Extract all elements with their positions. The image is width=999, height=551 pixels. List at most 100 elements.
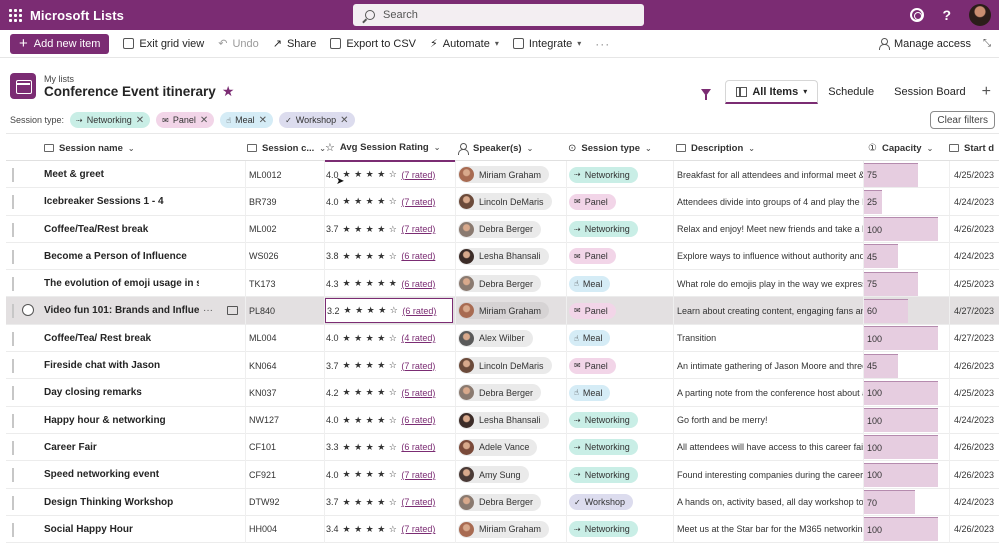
- speaker-pill[interactable]: Miriam Graham: [458, 302, 550, 320]
- rated-count-link[interactable]: (6 rated): [401, 251, 435, 261]
- table-row[interactable]: Become a Person of Influence WS026 3.8 ★ ★ …: [6, 242, 999, 271]
- rating-cell[interactable]: 4.0 ★ ★ ★ ★ ☆ (7 rated): [326, 161, 454, 188]
- filter-pill-networking[interactable]: ⇢ Networking ✕: [70, 112, 151, 128]
- start-date-cell[interactable]: 4/26/2023: [950, 434, 999, 461]
- filter-pill-meal[interactable]: ☝ Meal ✕: [220, 112, 274, 128]
- speaker-cell[interactable]: Miriam Graham: [458, 516, 564, 543]
- speaker-pill[interactable]: Adele Vance: [458, 438, 538, 456]
- comment-icon[interactable]: [227, 306, 238, 316]
- session-code-cell[interactable]: KN064: [249, 352, 321, 379]
- session-code-cell[interactable]: KN037: [249, 379, 321, 406]
- rating-stars[interactable]: ★ ★ ★ ★ ☆: [344, 305, 399, 316]
- settings-gear-icon[interactable]: [910, 8, 925, 22]
- session-code-cell[interactable]: DTW92: [249, 489, 321, 516]
- capacity-cell[interactable]: 100: [864, 379, 949, 406]
- row-drag-handle[interactable]: [12, 359, 14, 374]
- row-drag-handle[interactable]: [12, 249, 14, 264]
- rating-cell[interactable]: 3.7 ★ ★ ★ ★ ☆ (7 rated): [326, 216, 454, 243]
- list-title-text[interactable]: Conference Event itinerary: [44, 84, 216, 99]
- collapse-icon[interactable]: ⤡: [983, 38, 991, 49]
- session-type-cell[interactable]: ⇢ Networking: [569, 161, 669, 188]
- start-date-cell[interactable]: 4/25/2023: [950, 270, 999, 297]
- table-row[interactable]: Fireside chat with Jason KN064 3.7 ★ ★ ★ ★ …: [6, 352, 999, 380]
- rated-count-link[interactable]: (6 rated): [401, 415, 435, 425]
- capacity-cell[interactable]: 100: [864, 216, 949, 243]
- more-commands-button[interactable]: ···: [595, 37, 610, 51]
- session-type-cell[interactable]: ⇢ Networking: [569, 516, 669, 543]
- capacity-cell[interactable]: 100: [864, 434, 949, 461]
- rating-stars[interactable]: ★ ★ ★ ★ ☆: [343, 524, 398, 535]
- capacity-cell[interactable]: 75: [864, 270, 949, 297]
- filter-pill-workshop[interactable]: ✓ Workshop ✕: [279, 112, 355, 128]
- rating-stars[interactable]: ★ ★ ★ ★ ☆: [343, 169, 398, 180]
- close-icon[interactable]: ✕: [259, 115, 267, 126]
- start-date-cell[interactable]: 4/25/2023: [950, 379, 999, 406]
- session-code-cell[interactable]: CF101: [249, 434, 321, 461]
- rating-stars[interactable]: ★ ★ ★ ★ ☆: [343, 333, 398, 344]
- rating-stars[interactable]: ★ ★ ★ ★ ★: [343, 278, 398, 289]
- speaker-pill[interactable]: Miriam Graham: [458, 520, 550, 538]
- column-header-capacity[interactable]: ① Capacity ⌄: [868, 134, 933, 162]
- session-name-cell[interactable]: Design Thinking Workshop: [44, 489, 199, 516]
- column-header-speakers[interactable]: Speaker(s) ⌄: [458, 134, 533, 162]
- session-type-cell[interactable]: ☝ Meal: [569, 270, 669, 297]
- rated-count-link[interactable]: (7 rated): [401, 524, 435, 534]
- rated-count-link[interactable]: (7 rated): [401, 470, 435, 480]
- session-type-cell[interactable]: ✉ Panel: [569, 297, 669, 324]
- row-drag-handle[interactable]: [12, 413, 14, 428]
- row-drag-handle[interactable]: [12, 168, 14, 182]
- rating-cell[interactable]: 3.7 ★ ★ ★ ★ ☆ (7 rated): [326, 489, 454, 516]
- speaker-pill[interactable]: Debra Berger: [458, 493, 542, 511]
- filter-icon[interactable]: [701, 88, 712, 100]
- rating-stars[interactable]: ★ ★ ★ ★ ☆: [343, 360, 398, 371]
- row-select-radio[interactable]: [22, 304, 34, 317]
- session-code-cell[interactable]: CF921: [249, 461, 321, 488]
- speaker-cell[interactable]: Lincoln DeMaris: [458, 352, 564, 379]
- row-drag-handle[interactable]: [12, 468, 14, 483]
- row-drag-handle[interactable]: [12, 440, 14, 455]
- rating-cell[interactable]: 3.4 ★ ★ ★ ★ ☆ (7 rated): [326, 516, 454, 543]
- table-row[interactable]: Coffee/Tea/Rest break ML002 3.7 ★ ★ ★ ★ ☆ (7…: [6, 215, 999, 243]
- favorite-star-icon[interactable]: ★: [222, 83, 235, 100]
- table-row[interactable]: Day closing remarks KN037 4.2 ★ ★ ★ ★ ☆ (5 r…: [6, 379, 999, 407]
- session-code-cell[interactable]: TK173: [249, 270, 321, 297]
- row-drag-handle[interactable]: [12, 522, 14, 537]
- help-icon[interactable]: ?: [942, 7, 951, 23]
- row-drag-handle[interactable]: [12, 331, 14, 346]
- session-name-cell[interactable]: Happy hour & networking: [44, 407, 199, 434]
- start-date-cell[interactable]: 4/24/2023: [950, 407, 999, 434]
- rated-count-link[interactable]: (7 rated): [401, 170, 435, 180]
- app-title[interactable]: Microsoft Lists: [30, 8, 124, 23]
- session-name-cell[interactable]: Day closing remarks: [44, 379, 199, 406]
- table-row[interactable]: Career Fair CF101 3.3 ★ ★ ★ ★ ☆ (6 rated) Ade…: [6, 433, 999, 462]
- speaker-pill[interactable]: Debra Berger: [458, 220, 542, 238]
- speaker-cell[interactable]: Debra Berger: [458, 379, 564, 406]
- rating-cell[interactable]: 4.2 ★ ★ ★ ★ ☆ (5 rated): [326, 379, 454, 406]
- add-view-icon[interactable]: +: [982, 83, 991, 101]
- export-csv-button[interactable]: Export to CSV: [330, 38, 416, 50]
- more-options-icon[interactable]: ···: [203, 305, 213, 316]
- column-header-session-name[interactable]: Session name ⌄: [44, 134, 135, 162]
- description-cell[interactable]: Found interesting companies during the c…: [677, 461, 864, 488]
- session-code-cell[interactable]: PL840: [249, 297, 321, 324]
- description-cell[interactable]: Breakfast for all attendees and informal…: [677, 161, 864, 188]
- session-name-cell[interactable]: Career Fair: [44, 434, 199, 461]
- rating-stars[interactable]: ★ ★ ★ ★ ☆: [343, 251, 398, 262]
- session-type-cell[interactable]: ✓ Workshop: [569, 489, 669, 516]
- integrate-button[interactable]: Integrate ▾: [512, 38, 581, 50]
- start-date-cell[interactable]: 4/25/2023: [950, 161, 999, 188]
- session-name-cell[interactable]: Fireside chat with Jason: [44, 352, 199, 379]
- rated-count-link[interactable]: (7 rated): [401, 197, 435, 207]
- session-name-cell[interactable]: Become a Person of Influence: [44, 243, 199, 270]
- row-drag-handle[interactable]: [12, 386, 14, 401]
- rating-cell[interactable]: 3.3 ★ ★ ★ ★ ☆ (6 rated): [326, 434, 454, 461]
- rating-cell[interactable]: 3.8 ★ ★ ★ ★ ☆ (6 rated): [326, 243, 454, 270]
- speaker-cell[interactable]: Miriam Graham: [458, 297, 564, 324]
- session-type-cell[interactable]: ⇢ Networking: [569, 461, 669, 488]
- row-drag-handle[interactable]: [12, 277, 14, 292]
- start-date-cell[interactable]: 4/26/2023: [950, 352, 999, 379]
- rated-count-link[interactable]: (7 rated): [401, 224, 435, 234]
- session-code-cell[interactable]: WS026: [249, 243, 321, 270]
- exit-grid-view-button[interactable]: Exit grid view: [123, 38, 204, 50]
- session-type-cell[interactable]: ☝ Meal: [569, 325, 669, 352]
